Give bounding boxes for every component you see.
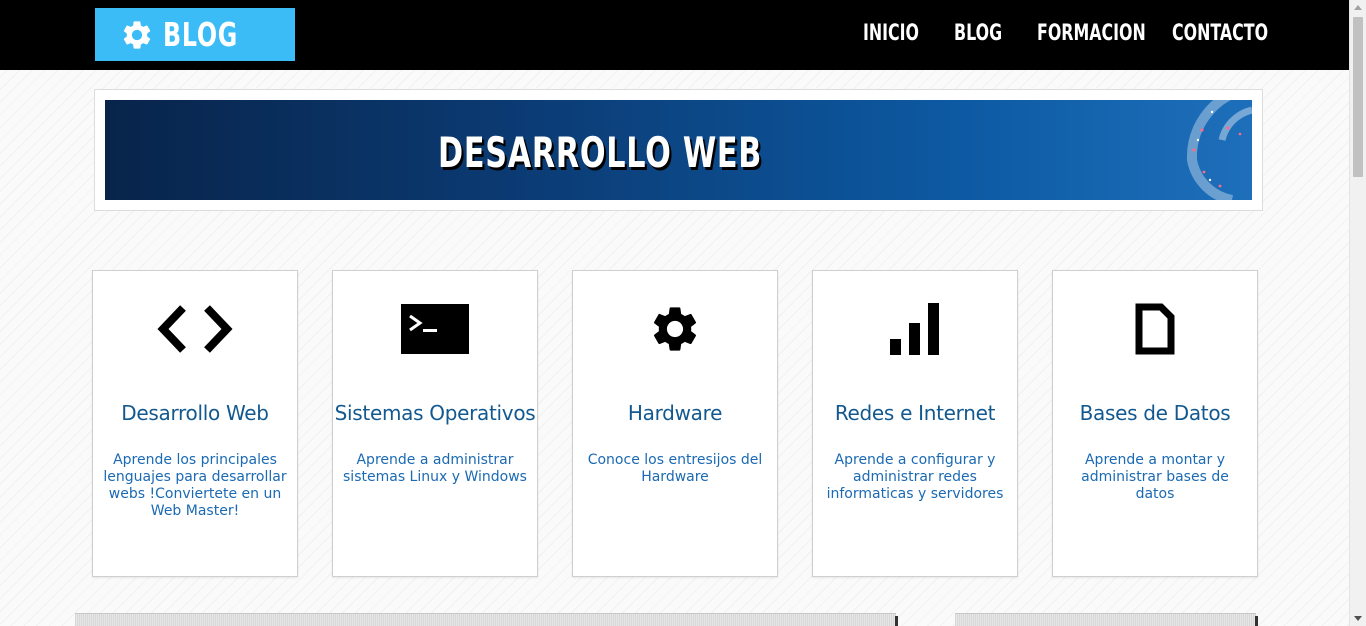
document-icon (1053, 301, 1257, 357)
card-description: Conoce los entresijos del Hardware (587, 452, 763, 485)
gear-icon (573, 301, 777, 357)
card-sistemas-operativos[interactable]: Sistemas Operativos Aprende a administra… (332, 270, 538, 577)
card-desarrollo-web[interactable]: Desarrollo Web Aprende los principales l… (92, 270, 298, 577)
banner-title: DESARROLLO WEB (438, 128, 763, 177)
content-panel-top (75, 613, 898, 626)
card-hardware[interactable]: Hardware Conoce los entresijos del Hardw… (572, 270, 778, 577)
nav-item-contacto[interactable]: CONTACTO (1172, 20, 1268, 48)
main-nav: INICIO BLOG FORMACION CONTACTO (0, 20, 1349, 50)
sidebar-panel-top (955, 613, 1258, 626)
card-description: Aprende a montar y administrar bases de … (1081, 452, 1229, 502)
card-title: Hardware (627, 401, 723, 425)
nav-item-inicio[interactable]: INICIO (863, 20, 919, 48)
card-description: Aprende a configurar y administrar redes… (826, 452, 1004, 502)
terminal-icon (333, 301, 537, 357)
banner: DESARROLLO WEB (105, 100, 1252, 200)
card-title: Sistemas Operativos (334, 401, 536, 425)
scrollbar-thumb[interactable] (1353, 17, 1363, 177)
card-title: Bases de Datos (1079, 401, 1231, 425)
card-bases-de-datos[interactable]: Bases de Datos Aprende a montar y admini… (1052, 270, 1258, 577)
banner-frame: DESARROLLO WEB (94, 89, 1263, 211)
top-navbar: BLOG INICIO BLOG FORMACION CONTACTO (0, 0, 1349, 70)
sparkle-decoration (1186, 100, 1252, 200)
code-icon (93, 301, 297, 357)
signal-bars-icon (813, 301, 1017, 357)
nav-item-formacion[interactable]: FORMACION (1037, 20, 1146, 48)
scroll-down-arrow-icon[interactable] (1354, 616, 1362, 621)
card-description: Aprende los principales lenguajes para d… (103, 452, 287, 519)
vertical-scrollbar[interactable] (1349, 0, 1366, 626)
scroll-up-arrow-icon[interactable] (1354, 5, 1362, 10)
card-redes-internet[interactable]: Redes e Internet Aprende a configurar y … (812, 270, 1018, 577)
card-title: Desarrollo Web (121, 401, 269, 425)
card-description: Aprende a administrar sistemas Linux y W… (343, 452, 527, 485)
nav-item-blog[interactable]: BLOG (954, 20, 1002, 48)
card-title: Redes e Internet (834, 401, 996, 425)
